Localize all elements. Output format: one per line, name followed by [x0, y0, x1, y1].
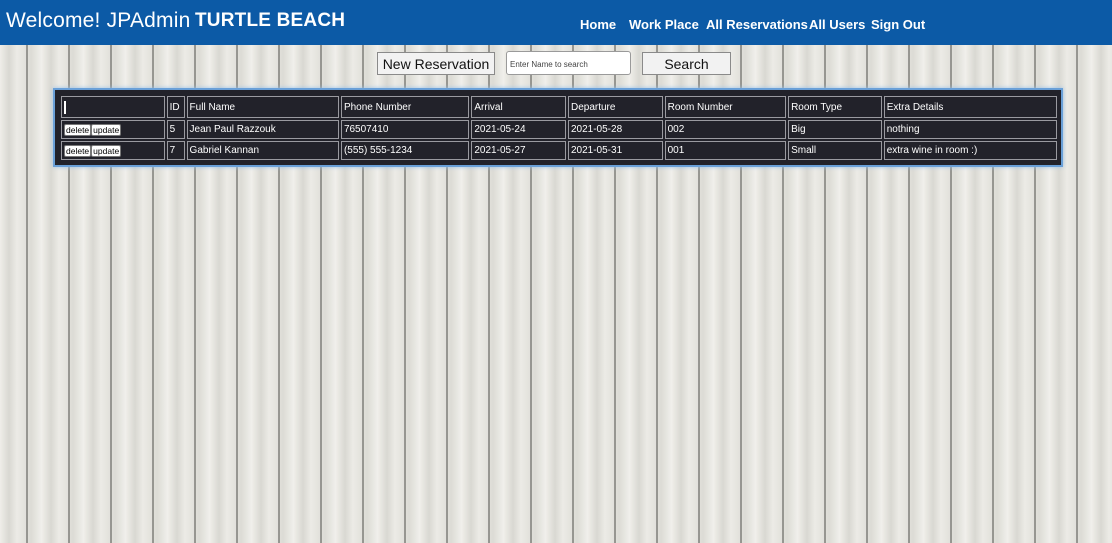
- departure-column-header: Departure: [567, 96, 663, 118]
- arrival-column-header: Arrival: [471, 96, 566, 118]
- phone-number-column-header: Phone Number: [340, 96, 470, 118]
- search-name-input[interactable]: [506, 51, 631, 75]
- full-name-cell: Jean Paul Razzouk: [186, 120, 339, 139]
- nav-all-users-link[interactable]: All Users: [809, 17, 865, 32]
- update-button[interactable]: update: [91, 123, 122, 136]
- extra-details-cell: nothing: [883, 120, 1057, 139]
- departure-cell: 2021-05-31: [567, 141, 663, 160]
- nav-work-place-link[interactable]: Work Place: [629, 17, 699, 32]
- nav-sign-out-link[interactable]: Sign Out: [871, 17, 925, 32]
- nav-all-reservations-link[interactable]: All Reservations: [706, 17, 808, 32]
- nav-home-link[interactable]: Home: [580, 17, 616, 32]
- room-number-column-header: Room Number: [664, 96, 787, 118]
- extra-details-cell: extra wine in room :): [883, 141, 1057, 160]
- arrival-cell: 2021-05-27: [471, 141, 566, 160]
- table-row: delete update 5 Jean Paul Razzouk 7650741…: [61, 120, 1057, 139]
- top-navbar: Welcome! JPAdmin TURTLE BEACH Home Work …: [0, 0, 1112, 45]
- room-number-cell: 002: [664, 120, 787, 139]
- row-actions-cell: delete update: [61, 141, 165, 160]
- search-button[interactable]: Search: [642, 52, 731, 75]
- extra-details-column-header: Extra Details: [883, 96, 1057, 118]
- nav-menu: Home Work Place All Reservations All Use…: [0, 17, 1112, 35]
- select-column-header: [61, 96, 165, 118]
- id-cell: 5: [166, 120, 185, 139]
- update-button[interactable]: update: [91, 144, 122, 157]
- reservations-table-panel: ID Full Name Phone Number Arrival Depart…: [53, 88, 1063, 167]
- delete-button[interactable]: delete: [64, 144, 92, 157]
- arrival-cell: 2021-05-24: [471, 120, 566, 139]
- table-header-row: ID Full Name Phone Number Arrival Depart…: [61, 96, 1057, 118]
- id-column-header: ID: [166, 96, 185, 118]
- departure-cell: 2021-05-28: [567, 120, 663, 139]
- phone-cell: (555) 555-1234: [340, 141, 470, 160]
- phone-cell: 76507410: [340, 120, 470, 139]
- id-cell: 7: [166, 141, 185, 160]
- new-reservation-button[interactable]: New Reservation: [377, 52, 495, 75]
- full-name-cell: Gabriel Kannan: [186, 141, 339, 160]
- reservations-table: ID Full Name Phone Number Arrival Depart…: [59, 94, 1059, 162]
- table-row: delete update 7 Gabriel Kannan (555) 555-…: [61, 141, 1057, 160]
- text-cursor-icon: [64, 100, 66, 114]
- delete-button[interactable]: delete: [64, 123, 92, 136]
- room-type-cell: Big: [788, 120, 882, 139]
- room-number-cell: 001: [664, 141, 787, 160]
- room-type-cell: Small: [788, 141, 882, 160]
- room-type-column-header: Room Type: [788, 96, 882, 118]
- row-actions-cell: delete update: [61, 120, 165, 139]
- full-name-column-header: Full Name: [186, 96, 339, 118]
